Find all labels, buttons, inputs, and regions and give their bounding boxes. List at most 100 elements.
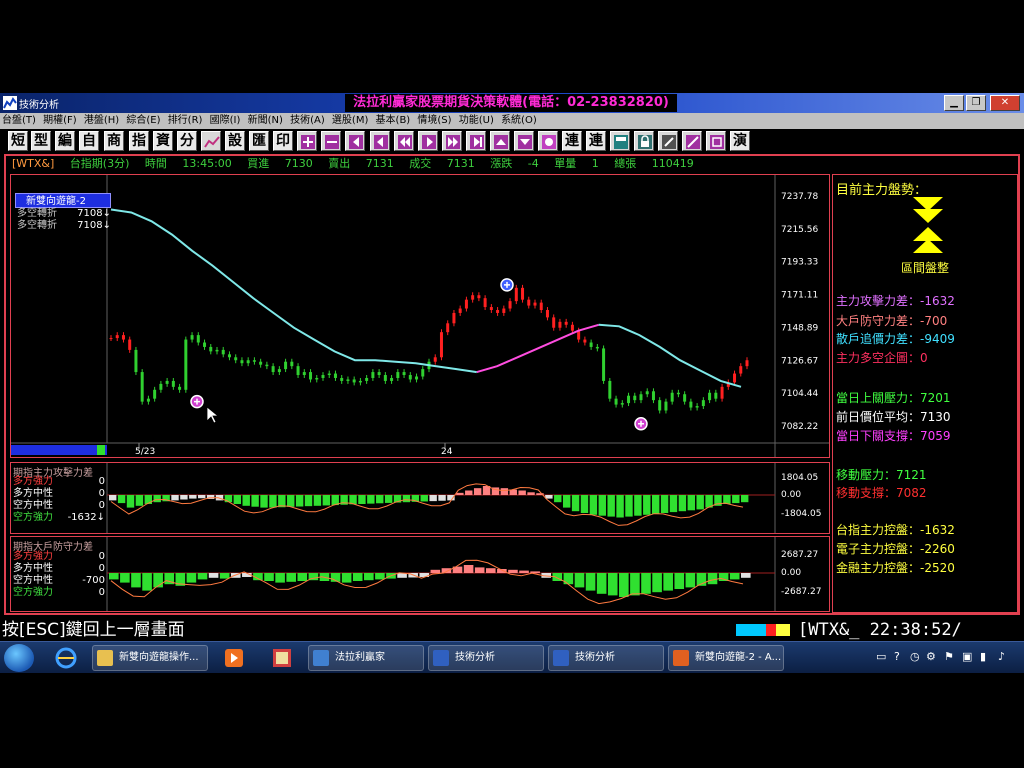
price-bar-body bbox=[383, 375, 387, 381]
trend-item: 移動壓力：7121 bbox=[836, 468, 927, 482]
attack-row-value: 0 bbox=[98, 488, 105, 499]
histogram-bar bbox=[616, 495, 624, 518]
palette-icon[interactable] bbox=[538, 131, 558, 151]
histogram-bar bbox=[441, 568, 452, 573]
taskbar-item[interactable]: 技術分析 bbox=[428, 645, 544, 671]
start-button[interactable] bbox=[4, 644, 34, 672]
tray-flag-icon[interactable]: ⚑ bbox=[944, 650, 954, 663]
histogram-bar bbox=[707, 573, 718, 585]
tray-help-icon[interactable]: ? bbox=[894, 650, 900, 663]
tool-index-button[interactable]: 指 bbox=[129, 131, 149, 151]
tray-settings-icon[interactable]: ⚙ bbox=[926, 650, 936, 663]
prev-icon[interactable] bbox=[370, 131, 390, 151]
menu-item-tai[interactable]: 台盤(T) bbox=[0, 113, 38, 129]
draw-icon[interactable] bbox=[682, 131, 702, 151]
change-label: 漲跌 bbox=[490, 157, 513, 170]
menu-item-function[interactable]: 功能(U) bbox=[457, 113, 496, 129]
tool-period-button[interactable]: 分 bbox=[177, 131, 197, 151]
crop-icon[interactable] bbox=[706, 131, 726, 151]
price-bar-body bbox=[290, 361, 294, 367]
trend-item: 當日下關支撐：7059 bbox=[836, 429, 951, 443]
tool-type-button[interactable]: 型 bbox=[31, 131, 51, 151]
taskbar-item-label: 技術分析 bbox=[455, 652, 495, 663]
defense-power-panel[interactable]: 期指大戶防守力差 多方強力 0 多方中性 0 空方中性 -700 空方強力 0 2687… bbox=[10, 536, 830, 612]
price-bar-body bbox=[502, 308, 506, 313]
tray-clock-icon[interactable]: ◷ bbox=[910, 650, 920, 663]
forward-icon[interactable] bbox=[442, 131, 462, 151]
menu-item-composite[interactable]: 綜合(E) bbox=[124, 113, 162, 129]
close-button[interactable]: ✕ bbox=[990, 95, 1020, 111]
price-bar-body bbox=[739, 366, 743, 374]
price-chart-svg[interactable]: 7237.78 7215.56 7193.33 7171.11 7148.89 7126.… bbox=[11, 175, 829, 457]
tool-link-button[interactable]: 連 bbox=[562, 131, 582, 151]
tool-settings-button[interactable]: 設 bbox=[225, 131, 245, 151]
menu-item-technical[interactable]: 技術(A) bbox=[288, 113, 327, 129]
chart-icon[interactable] bbox=[201, 131, 221, 151]
menu-item-news[interactable]: 新聞(N) bbox=[246, 113, 285, 129]
histogram-bar bbox=[696, 495, 704, 510]
taskbar-item[interactable]: 法拉利贏家 bbox=[308, 645, 424, 671]
histogram-bar bbox=[251, 495, 259, 507]
ie-icon[interactable] bbox=[50, 646, 82, 670]
menu-item-futures[interactable]: 期權(F) bbox=[41, 113, 79, 129]
lock-icon[interactable] bbox=[634, 131, 654, 151]
tool-custom-button[interactable]: 自 bbox=[79, 131, 99, 151]
window-icon[interactable] bbox=[610, 131, 630, 151]
media-player-icon[interactable] bbox=[218, 646, 250, 670]
tools-icon[interactable] bbox=[658, 131, 678, 151]
indicator-title[interactable]: 新雙向遊龍-2 bbox=[15, 193, 111, 208]
tray-keyboard-icon[interactable]: ▭ bbox=[876, 650, 886, 663]
first-icon[interactable] bbox=[345, 131, 365, 151]
rewind-icon[interactable] bbox=[394, 131, 414, 151]
taskbar-item[interactable]: 新雙向遊龍-2 - A... bbox=[668, 645, 784, 671]
attack-axis-tick: 0.00 bbox=[781, 490, 802, 500]
attack-power-panel[interactable]: 期指主力攻擊力差 多方強力 0 多方中性 0 空方中性 0 空方強力 -1632↓ 18… bbox=[10, 462, 830, 534]
attack-axis-tick: 1804.05 bbox=[781, 473, 819, 483]
zoom-out-icon[interactable] bbox=[321, 131, 341, 151]
menu-item-system[interactable]: 系統(O) bbox=[499, 113, 539, 129]
tray-monitor-icon[interactable]: ▣ bbox=[962, 650, 972, 663]
menu-item-international[interactable]: 國際(I) bbox=[208, 113, 243, 129]
price-axis-tick: 7193.33 bbox=[781, 258, 818, 268]
price-bar-body bbox=[302, 372, 306, 376]
restore-button[interactable]: ❐ bbox=[966, 95, 986, 111]
price-bar-body bbox=[227, 354, 231, 358]
histogram-bar bbox=[322, 495, 331, 506]
zoom-in-icon[interactable] bbox=[297, 131, 317, 151]
symbol-name: 台指期(3分) bbox=[69, 157, 130, 170]
histogram-bar bbox=[589, 495, 598, 515]
taskbar-item[interactable]: 新雙向遊龍操作... bbox=[92, 645, 208, 671]
histogram-bar bbox=[304, 495, 313, 507]
price-bar-body bbox=[315, 377, 319, 380]
tool-short-button[interactable]: 短 bbox=[8, 131, 28, 151]
last-icon[interactable] bbox=[466, 131, 486, 151]
menu-item-hk[interactable]: 港盤(H) bbox=[82, 113, 121, 129]
histogram-bar bbox=[527, 492, 535, 495]
price-chart[interactable]: 7237.78 7215.56 7193.33 7171.11 7148.89 7126.… bbox=[10, 174, 830, 458]
minimize-button[interactable]: ▁ bbox=[944, 95, 964, 111]
price-bar-body bbox=[246, 360, 250, 364]
down-icon[interactable] bbox=[514, 131, 534, 151]
price-bar-body bbox=[620, 403, 624, 405]
tool-export-button[interactable]: 匯 bbox=[249, 131, 269, 151]
up-icon[interactable] bbox=[490, 131, 510, 151]
menu-item-scenario[interactable]: 情境(S) bbox=[415, 113, 453, 129]
tool-edit-button[interactable]: 編 bbox=[55, 131, 75, 151]
attack-row-label: 空方強力 bbox=[13, 512, 53, 523]
tray-network-icon[interactable]: ▮ bbox=[980, 650, 986, 663]
tray-volume-icon[interactable]: ♪ bbox=[998, 650, 1005, 663]
price-bar-body bbox=[701, 400, 705, 407]
tool-data-button[interactable]: 資 bbox=[153, 131, 173, 151]
tool-commodity-button[interactable]: 商 bbox=[104, 131, 124, 151]
menu-item-screener[interactable]: 選股(M) bbox=[330, 113, 370, 129]
next-icon[interactable] bbox=[418, 131, 438, 151]
price-bar-body bbox=[203, 342, 207, 347]
histogram-bar bbox=[465, 490, 473, 495]
menu-item-fundamental[interactable]: 基本(B) bbox=[374, 113, 413, 129]
tool-link2-button[interactable]: 連 bbox=[586, 131, 606, 151]
tool-print-button[interactable]: 印 bbox=[273, 131, 293, 151]
tool-play-button[interactable]: 演 bbox=[730, 131, 750, 151]
app-shortcut-icon[interactable] bbox=[266, 646, 298, 670]
taskbar-item[interactable]: 技術分析 bbox=[548, 645, 664, 671]
menu-item-ranking[interactable]: 排行(R) bbox=[166, 113, 205, 129]
